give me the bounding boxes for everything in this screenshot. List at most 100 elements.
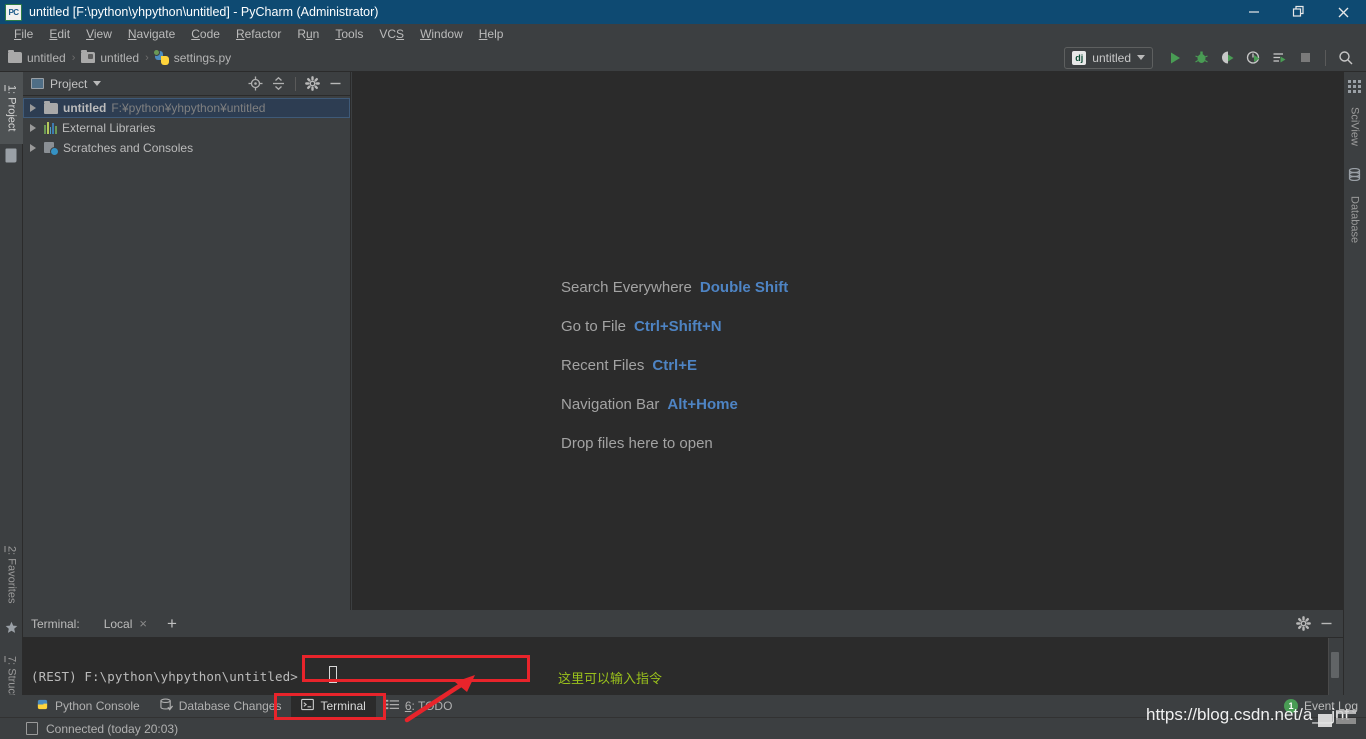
terminal-scrollbar-thumb[interactable]	[1331, 652, 1339, 678]
editor-area[interactable]: Search Everywhere Double Shift Go to Fil…	[352, 72, 1343, 610]
left-tool-window-bar: 1: Project 2: Favorites 7: Structure	[0, 72, 23, 739]
bottom-item-database-changes[interactable]: Database Changes	[150, 695, 292, 717]
settings-gear-icon[interactable]	[1293, 613, 1314, 634]
run-with-console-icon[interactable]	[1267, 46, 1291, 70]
menu-window[interactable]: Window	[412, 24, 471, 44]
tree-item-path: F:¥python¥yhpython¥untitled	[111, 101, 266, 115]
toolbar-divider	[1325, 49, 1326, 66]
library-icon	[44, 122, 57, 134]
run-with-coverage-icon[interactable]	[1215, 46, 1239, 70]
terminal-cursor	[329, 666, 337, 683]
terminal-tab-local[interactable]: Local ×	[98, 611, 153, 637]
menu-tools[interactable]: Tools	[327, 24, 371, 44]
sidebar-item-favorites[interactable]: 2: Favorites	[0, 532, 23, 617]
breadcrumb: untitled › untitled › settings.py	[0, 48, 232, 65]
breadcrumb-separator: ›	[145, 51, 149, 64]
terminal-icon	[301, 698, 315, 714]
chevron-right-icon[interactable]	[30, 104, 36, 112]
search-icon[interactable]	[1334, 46, 1358, 70]
breadcrumb-label: untitled	[100, 50, 140, 65]
restore-button[interactable]	[1276, 0, 1321, 24]
sidebar-item-database[interactable]: Database	[1343, 184, 1366, 256]
bottom-item-todo[interactable]: 6: TODO	[376, 695, 463, 717]
hide-panel-icon[interactable]	[325, 73, 346, 94]
menu-refactor[interactable]: Refactor	[228, 24, 289, 44]
profile-icon[interactable]	[1241, 46, 1265, 70]
bottom-item-terminal[interactable]: Terminal	[291, 695, 376, 717]
terminal-output-area[interactable]: (REST) F:\python\yhpython\untitled> 这里可以…	[23, 638, 1343, 695]
run-icon[interactable]	[1163, 46, 1187, 70]
tree-item-scratches[interactable]: Scratches and Consoles	[23, 138, 350, 158]
database-changes-icon	[160, 698, 173, 714]
close-button[interactable]	[1321, 0, 1366, 24]
terminal-scrollbar-track[interactable]	[1328, 638, 1343, 695]
terminal-panel-label: Terminal:	[31, 616, 80, 631]
navigation-bar: untitled › untitled › settings.py dj unt…	[0, 44, 1366, 72]
breadcrumb-item-file[interactable]: settings.py	[152, 48, 232, 65]
menu-navigate[interactable]: Navigate	[120, 24, 183, 44]
menu-file[interactable]: File	[6, 24, 41, 44]
minimize-button[interactable]	[1231, 0, 1276, 24]
project-panel-header: Project	[23, 72, 350, 96]
terminal-panel-actions	[1293, 613, 1343, 634]
bottom-item-label: Python Console	[55, 699, 140, 713]
menu-help[interactable]: Help	[471, 24, 512, 44]
collapse-all-icon[interactable]	[268, 73, 289, 94]
toolbar-actions: dj untitled	[1064, 46, 1366, 70]
chevron-down-icon	[1137, 55, 1145, 60]
window-controls	[1231, 0, 1366, 24]
bottom-item-label: Database Changes	[178, 699, 282, 713]
menu-edit[interactable]: Edit	[41, 24, 78, 44]
watermark-block	[1336, 710, 1356, 714]
sciview-grid-icon	[1348, 80, 1361, 96]
run-configuration-selector[interactable]: dj untitled	[1064, 46, 1153, 69]
breadcrumb-item-project[interactable]: untitled	[8, 50, 66, 65]
project-tool-window: Project untitled F:¥python¥yhpython¥unti…	[23, 72, 351, 610]
project-view-icon	[31, 78, 44, 89]
folder-icon	[44, 100, 58, 114]
project-panel-title[interactable]: Project	[31, 77, 102, 91]
bottom-item-python-console[interactable]: Python Console	[26, 695, 150, 717]
welcome-row-navigation-bar: Navigation Bar Alt+Home	[561, 385, 788, 424]
menu-view[interactable]: View	[78, 24, 120, 44]
menu-bar: File Edit View Navigate Code Refactor Ru…	[0, 24, 1366, 44]
menu-run[interactable]: Run	[289, 24, 327, 44]
terminal-prompt: (REST) F:\python\yhpython\untitled>	[31, 669, 298, 684]
debug-icon[interactable]	[1189, 46, 1213, 70]
sidebar-item-label: Database	[1348, 196, 1361, 244]
welcome-action-label: Drop files here to open	[561, 435, 713, 452]
breadcrumb-label: settings.py	[173, 50, 232, 65]
welcome-row-go-to-file: Go to File Ctrl+Shift+N	[561, 307, 788, 346]
sidebar-item-sciview[interactable]: SciView	[1343, 96, 1366, 156]
module-folder-icon	[81, 50, 96, 63]
window-title: untitled [F:\python\yhpython\untitled] -…	[29, 5, 379, 19]
pycharm-app-icon: PC	[5, 3, 22, 21]
python-console-icon	[36, 698, 49, 714]
tree-item-untitled[interactable]: untitled F:¥python¥yhpython¥untitled	[23, 98, 350, 118]
stop-icon[interactable]	[1293, 46, 1317, 70]
welcome-row-drop-files: Drop files here to open	[561, 424, 788, 463]
right-tool-window-bar: SciView Database	[1343, 72, 1366, 695]
chevron-right-icon[interactable]	[30, 124, 36, 132]
welcome-action-label: Recent Files	[561, 357, 645, 374]
chevron-right-icon[interactable]	[30, 144, 36, 152]
locate-target-icon[interactable]	[245, 73, 266, 94]
breadcrumb-item-module[interactable]: untitled	[81, 50, 140, 65]
welcome-shortcut: Ctrl+Shift+N	[634, 318, 722, 335]
connection-icon	[26, 722, 38, 735]
hide-panel-icon[interactable]	[1316, 613, 1337, 634]
sidebar-item-label: 1: Project	[5, 84, 18, 132]
python-file-icon	[152, 48, 169, 65]
close-icon[interactable]: ×	[139, 616, 147, 631]
settings-gear-icon[interactable]	[302, 73, 323, 94]
tree-item-label: External Libraries	[62, 121, 156, 135]
sidebar-item-project[interactable]: 1: Project	[0, 72, 23, 144]
menu-code[interactable]: Code	[183, 24, 228, 44]
breadcrumb-separator: ›	[71, 51, 76, 64]
panel-toolbar-divider	[295, 76, 296, 91]
folder-icon	[8, 50, 22, 63]
add-terminal-button[interactable]: +	[167, 615, 177, 632]
tree-item-external-libraries[interactable]: External Libraries	[23, 118, 350, 138]
menu-vcs[interactable]: VCS	[371, 24, 412, 44]
sidebar-item-label: 2: Favorites	[5, 545, 18, 604]
